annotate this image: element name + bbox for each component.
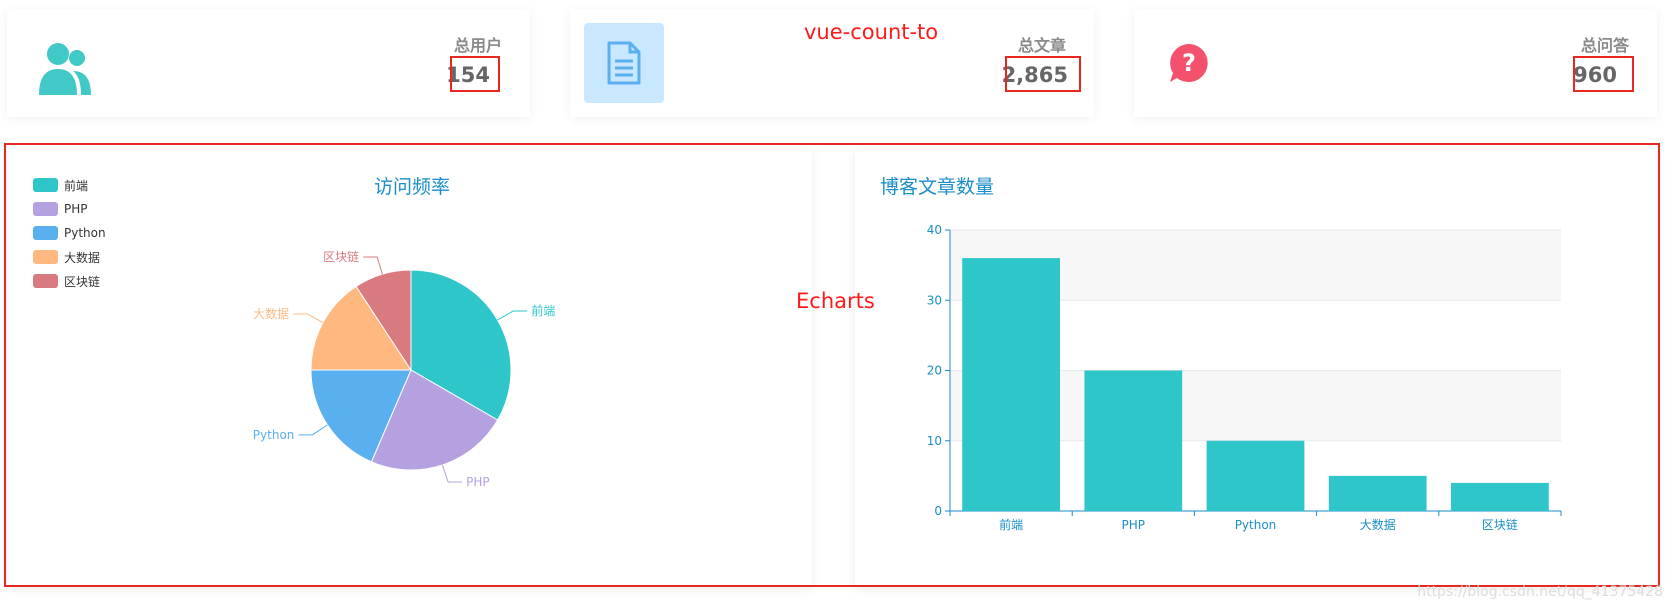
highlight-users-count (450, 56, 500, 92)
highlight-questions-count (1573, 56, 1634, 92)
articles-label: 总文章 (1017, 36, 1066, 55)
document-icon (607, 41, 641, 85)
users-label: 总用户 (453, 36, 502, 55)
users-icon (39, 43, 91, 95)
question-icon: ? (1170, 44, 1208, 82)
svg-text:?: ? (1182, 49, 1196, 77)
article-icon-tile (584, 23, 664, 103)
questions-label: 总问答 (1580, 36, 1629, 55)
highlight-articles-count (1005, 56, 1081, 92)
annotation-echarts: Echarts (796, 289, 875, 313)
highlight-charts-frame (4, 143, 1660, 587)
annotation-vue-count-to: vue-count-to (804, 20, 939, 44)
watermark: https://blog.csdn.net/qq_41375428 (1417, 584, 1663, 600)
